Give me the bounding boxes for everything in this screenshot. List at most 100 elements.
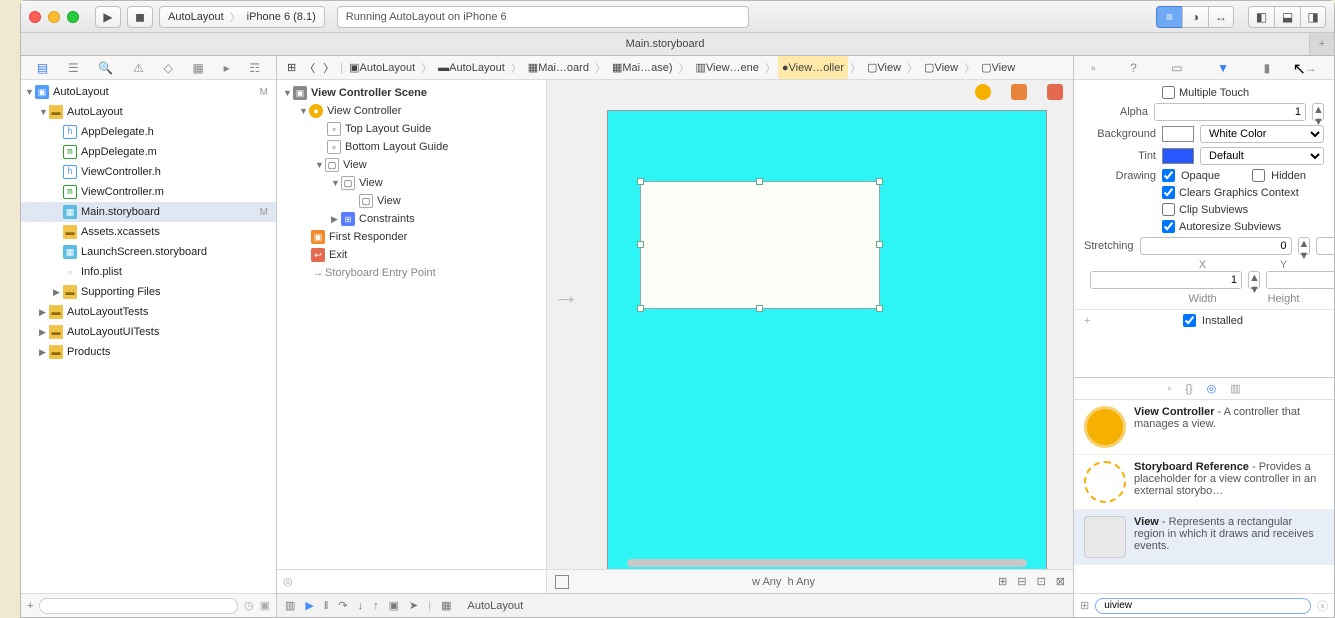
run-button[interactable]: ▶: [95, 6, 121, 28]
issue-navigator-tab[interactable]: ⚠: [133, 61, 144, 75]
debug-navigator-tab[interactable]: ▦: [193, 61, 204, 75]
identity-inspector-tab[interactable]: ▭: [1171, 61, 1182, 75]
toggle-outline-button[interactable]: [555, 575, 569, 589]
installed-checkbox[interactable]: [1183, 314, 1196, 327]
tab-main-storyboard[interactable]: Main.storyboard: [21, 33, 1310, 55]
library-item[interactable]: Storyboard Reference - Provides a placeh…: [1074, 455, 1334, 510]
resolve-issues-button[interactable]: ⊡: [1037, 575, 1046, 588]
continue-button[interactable]: ▶: [305, 599, 313, 612]
scm-filter-icon[interactable]: ▣: [260, 599, 270, 612]
stretch-h-input[interactable]: [1266, 271, 1334, 289]
background-select[interactable]: White Color: [1200, 125, 1324, 143]
alpha-input[interactable]: [1154, 103, 1306, 121]
report-navigator-tab[interactable]: ☶: [249, 61, 260, 75]
resize-handle[interactable]: [756, 305, 763, 312]
stretch-x-stepper[interactable]: ▲▼: [1298, 237, 1310, 255]
project-tree[interactable]: ▼▣ AutoLayout M ▼▬ AutoLayout hAppDelega…: [21, 80, 276, 593]
jump-seg[interactable]: ▣ AutoLayout: [345, 56, 419, 79]
library-item-selected[interactable]: View - Represents a rectangular region i…: [1074, 510, 1334, 565]
tree-project-root[interactable]: ▼▣ AutoLayout M: [21, 82, 276, 102]
resize-handle[interactable]: [637, 241, 644, 248]
autoresize-subviews-checkbox[interactable]: [1162, 220, 1175, 233]
minimize-window[interactable]: [48, 11, 60, 23]
resize-handle[interactable]: [637, 178, 644, 185]
tree-file[interactable]: ▫Info.plist: [21, 262, 276, 282]
toggle-inspector-button[interactable]: ◨: [1300, 6, 1326, 28]
jump-seg[interactable]: ▥ View…ene: [691, 56, 762, 79]
stretch-y-input[interactable]: [1316, 237, 1334, 255]
code-snippet-tab[interactable]: {}: [1185, 383, 1192, 395]
close-window[interactable]: [29, 11, 41, 23]
navigator-filter-input[interactable]: [39, 598, 238, 614]
hidden-checkbox[interactable]: [1252, 169, 1265, 182]
pause-button[interactable]: ‖: [324, 600, 329, 612]
jump-seg-highlight[interactable]: ● View…oller: [778, 56, 848, 79]
size-inspector-tab[interactable]: ▮: [1264, 61, 1271, 75]
multiple-touch-checkbox[interactable]: [1162, 86, 1175, 99]
stop-button[interactable]: ◼: [127, 6, 153, 28]
stretch-w-input[interactable]: [1090, 271, 1242, 289]
forward-button[interactable]: 〉: [319, 56, 338, 79]
symbol-navigator-tab[interactable]: ☰: [68, 61, 79, 75]
tree-group[interactable]: ▶▬AutoLayoutTests: [21, 302, 276, 322]
stretch-x-input[interactable]: [1140, 237, 1292, 255]
recent-filter-icon[interactable]: ◷: [244, 599, 254, 612]
vc-icon[interactable]: [975, 84, 991, 100]
connections-inspector-tab[interactable]: →: [1305, 61, 1317, 75]
step-out-button[interactable]: ↑: [373, 600, 379, 612]
tree-file[interactable]: hViewController.h: [21, 162, 276, 182]
object-library-tab[interactable]: ◎: [1207, 382, 1217, 395]
quick-help-tab[interactable]: ?: [1130, 61, 1137, 75]
project-navigator-tab[interactable]: ▤: [37, 61, 48, 75]
add-button[interactable]: +: [27, 600, 33, 612]
pin-button[interactable]: ⊟: [1017, 575, 1026, 588]
outline-exit[interactable]: ↩Exit: [277, 246, 546, 264]
outline-vc[interactable]: ▼●View Controller: [277, 102, 546, 120]
outline-item[interactable]: ▫Top Layout Guide: [277, 120, 546, 138]
resize-handle[interactable]: [876, 305, 883, 312]
toggle-debug-button[interactable]: ⬓: [1274, 6, 1300, 28]
simulate-location-button[interactable]: ➤: [409, 599, 418, 612]
media-library-tab[interactable]: ▥: [1230, 382, 1240, 395]
tint-swatch[interactable]: [1162, 148, 1194, 164]
jump-seg[interactable]: ▬ AutoLayout: [434, 56, 509, 79]
resize-handle[interactable]: [876, 178, 883, 185]
file-inspector-tab[interactable]: ▫: [1091, 61, 1095, 75]
size-class-control[interactable]: w Any h Any: [577, 576, 990, 588]
background-swatch[interactable]: [1162, 126, 1194, 142]
outline-tree[interactable]: ▼▣View Controller Scene ▼●View Controlle…: [277, 80, 546, 569]
tree-group[interactable]: ▶▬Supporting Files: [21, 282, 276, 302]
test-navigator-tab[interactable]: ◇: [164, 61, 173, 75]
root-view[interactable]: [607, 110, 1047, 593]
jump-bar[interactable]: ⊞ 〈 〉 | ▣ AutoLayout〉 ▬ AutoLayout〉 ▦ Ma…: [277, 56, 1073, 80]
back-button[interactable]: 〈: [300, 56, 319, 79]
selected-subview[interactable]: [640, 181, 880, 309]
resize-handle[interactable]: [637, 305, 644, 312]
tree-group[interactable]: ▶▬AutoLayoutUITests: [21, 322, 276, 342]
related-items-icon[interactable]: ⊞: [283, 56, 300, 79]
tree-file[interactable]: mViewController.m: [21, 182, 276, 202]
standard-editor-button[interactable]: ≡: [1156, 6, 1182, 28]
canvas-horizontal-scrollbar[interactable]: [617, 559, 1053, 569]
alpha-stepper[interactable]: ▲▼: [1312, 103, 1324, 121]
tree-file[interactable]: mAppDelegate.m: [21, 142, 276, 162]
jump-seg[interactable]: ▦ Mai…oard: [524, 56, 593, 79]
clears-graphics-checkbox[interactable]: [1162, 186, 1175, 199]
outline-view[interactable]: ▢View: [277, 192, 546, 210]
tree-file[interactable]: hAppDelegate.h: [21, 122, 276, 142]
outline-view[interactable]: ▼▢View: [277, 156, 546, 174]
resize-handle[interactable]: [756, 178, 763, 185]
first-responder-icon[interactable]: [1011, 84, 1027, 100]
library-search-input[interactable]: [1095, 598, 1311, 614]
clear-search-icon[interactable]: ⓧ: [1317, 598, 1328, 614]
outline-entry-point[interactable]: →Storyboard Entry Point: [277, 264, 546, 282]
outline-view[interactable]: ▼▢View: [277, 174, 546, 192]
add-variation-button[interactable]: +: [1084, 315, 1096, 327]
align-button[interactable]: ⊞: [998, 575, 1007, 588]
toggle-navigator-button[interactable]: ◧: [1248, 6, 1274, 28]
debug-view-hierarchy-button[interactable]: ▣: [389, 599, 399, 612]
resize-handle[interactable]: [876, 241, 883, 248]
library-item[interactable]: View Controller - A controller that mana…: [1074, 400, 1334, 455]
jump-seg[interactable]: ▢ View: [977, 56, 1019, 79]
library-view-mode-icon[interactable]: ⊞: [1080, 599, 1089, 612]
